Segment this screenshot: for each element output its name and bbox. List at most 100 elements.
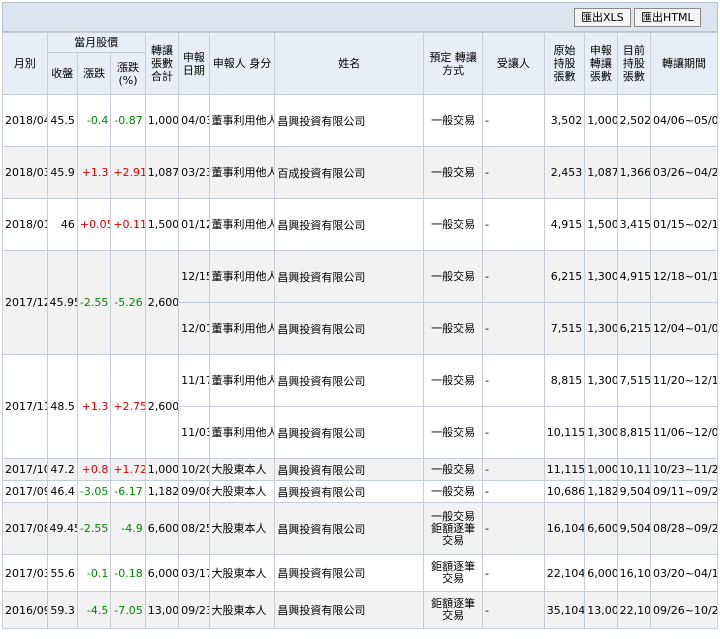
export-html-button[interactable]: 匯出HTML xyxy=(634,8,701,27)
cell-original-shares: 16,104 xyxy=(543,502,586,555)
cell-change-pct: +1.72 xyxy=(110,458,146,481)
header-month: 月別 xyxy=(2,32,48,95)
cell-transfer-period: 04/06~05/05 xyxy=(650,94,718,147)
cell-change: +1.3 xyxy=(76,354,112,459)
cell-name: 昌興投資有限公司 xyxy=(274,354,425,407)
cell-transfer-total: 1,087 xyxy=(144,146,180,199)
cell-planned-method: 一般交易 xyxy=(423,354,483,407)
cell-original-shares: 6,215 xyxy=(543,250,586,303)
cell-name: 昌興投資有限公司 xyxy=(274,94,425,147)
cell-current-shares: 10,115 xyxy=(616,458,652,481)
cell-original-shares: 10,686 xyxy=(543,480,586,503)
cell-transfer-period: 03/26~04/25 xyxy=(650,146,718,199)
header-report-date: 申報 日期 xyxy=(178,32,210,95)
table-row: 2018/0445.5-0.4-0.871,00004/03董事利用他人名義持有… xyxy=(2,94,718,147)
cell-transfer-total: 6,600 xyxy=(144,502,180,555)
cell-change: -2.55 xyxy=(76,250,112,355)
cell-transfer-total: 13,000 xyxy=(144,591,180,629)
cell-original-shares: 22,104 xyxy=(543,554,586,592)
cell-transferee: - xyxy=(481,302,545,355)
cell-reporter-identity: 董事利用他人名義持有者 xyxy=(208,406,276,459)
cell-current-shares: 22,104 xyxy=(616,591,652,629)
header-name: 姓名 xyxy=(274,32,425,95)
cell-month: 2017/09 xyxy=(2,480,48,503)
cell-change: -4.5 xyxy=(76,591,112,629)
cell-close: 49.45 xyxy=(46,502,78,555)
cell-transfer-period: 12/18~01/17 xyxy=(650,250,718,303)
cell-report-date: 04/03 xyxy=(178,94,210,147)
cell-transferee: - xyxy=(481,458,545,481)
table-row: 2017/0946.4-3.05-6.171,18209/08大股東本人昌興投資… xyxy=(2,480,718,503)
cell-change-pct: +0.11 xyxy=(110,198,146,251)
table-body: 2018/0445.5-0.4-0.87 1,000 04/03 董事利用他人名義持有… xyxy=(2,94,718,629)
header-reporter-identity: 申報人 身分 xyxy=(208,32,276,95)
cell-change-pct: -5.26 xyxy=(110,250,146,355)
cell-transfer-total: 2,600 xyxy=(144,250,180,355)
cell-transfer-period: 12/04~01/03 xyxy=(650,302,718,355)
cell-transferee: - xyxy=(481,146,545,199)
cell-reporter-identity: 董事利用他人名義持有者 xyxy=(208,198,276,251)
cell-reported-shares: 1,500 xyxy=(584,198,618,251)
cell-month: 2017/12 xyxy=(2,250,48,355)
cell-transfer-total: 2,600 xyxy=(144,354,180,459)
cell-month: 2017/08 xyxy=(2,502,48,555)
cell-original-shares: 11,115 xyxy=(543,458,586,481)
cell-close: 46.4 xyxy=(46,480,78,503)
cell-close: 45.95 xyxy=(46,250,78,355)
cell-reported-shares: 1,182 xyxy=(584,480,618,503)
cell-close: 45.5 xyxy=(46,94,78,147)
cell-change: -0.4 xyxy=(76,94,112,147)
export-xls-button[interactable]: 匯出XLS xyxy=(574,8,631,27)
cell-reporter-identity: 大股東本人 xyxy=(208,480,276,503)
header-original-shares: 原始 持股 張數 xyxy=(543,32,586,95)
cell-reporter-identity: 董事利用他人名義持有者 xyxy=(208,250,276,303)
cell-name: 昌興投資有限公司 xyxy=(274,302,425,355)
cell-reporter-identity: 大股東本人 xyxy=(208,458,276,481)
cell-change-pct: -4.9 xyxy=(110,502,146,555)
cell-planned-method: 一般交易 xyxy=(423,250,483,303)
cell-close: 46 xyxy=(46,198,78,251)
cell-original-shares: 35,104 xyxy=(543,591,586,629)
cell-current-shares: 9,504 xyxy=(616,480,652,503)
header-close: 收盤 xyxy=(46,52,78,95)
cell-month: 2018/04 xyxy=(2,94,48,147)
cell-current-shares: 7,515 xyxy=(616,354,652,407)
cell-planned-method: 一般交易 xyxy=(423,146,483,199)
cell-transfer-period: 10/23~11/22 xyxy=(650,458,718,481)
cell-planned-method: 一般交易 xyxy=(423,94,483,147)
cell-transfer-period: 09/26~10/25 xyxy=(650,591,718,629)
cell-report-date: 12/15 xyxy=(178,250,210,303)
table-row: 2017/1047.2+0.8+1.721,00010/20大股東本人昌興投資有… xyxy=(2,458,718,481)
cell-reported-shares: 1,000 xyxy=(584,458,618,481)
table-row: 2017/1148.5+1.3+2.752,60011/17董事利用他人名義持有… xyxy=(2,354,718,459)
cell-transferee: - xyxy=(481,554,545,592)
cell-transfer-total: 1,000 xyxy=(144,458,180,481)
cell-close: 48.5 xyxy=(46,354,78,459)
cell-report-date: 12/01 xyxy=(178,302,210,355)
cell-current-shares: 6,215 xyxy=(616,302,652,355)
cell-original-shares: 8,815 xyxy=(543,354,586,407)
cell-original-shares: 7,515 xyxy=(543,302,586,355)
export-toolbar: 匯出XLS 匯出HTML xyxy=(2,2,718,32)
header-transferee: 受讓人 xyxy=(481,32,545,95)
cell-transfer-total: 6,000 xyxy=(144,554,180,592)
cell-reporter-identity: 大股東本人 xyxy=(208,502,276,555)
cell-change: +0.05 xyxy=(76,198,112,251)
cell-planned-method: 一般交易 xyxy=(423,198,483,251)
cell-change-pct: -0.87 xyxy=(110,94,146,147)
cell-report-date: 09/23 xyxy=(178,591,210,629)
cell-name: 昌興投資有限公司 xyxy=(274,480,425,503)
insider-transfer-page: 匯出XLS 匯出HTML 月別 當月股價 轉讓 張數 合計 申報 日期 申報人 … xyxy=(0,0,720,639)
cell-current-shares: 8,815 xyxy=(616,406,652,459)
cell-name: 昌興投資有限公司 xyxy=(274,554,425,592)
table-header: 月別 當月股價 轉讓 張數 合計 申報 日期 申報人 身分 姓名 預定 轉讓方式… xyxy=(2,32,718,95)
cell-planned-method: 一般交易 鉅額逐筆交易 xyxy=(423,502,483,555)
cell-reporter-identity: 大股東本人 xyxy=(208,554,276,592)
cell-reported-shares: 1,300 xyxy=(584,302,618,355)
cell-transferee: - xyxy=(481,480,545,503)
cell-change-pct: -6.17 xyxy=(110,480,146,503)
cell-change: -3.05 xyxy=(76,480,112,503)
cell-transfer-period: 09/11~09/27 xyxy=(650,480,718,503)
cell-transferee: - xyxy=(481,406,545,459)
cell-reported-shares: 1,300 xyxy=(584,354,618,407)
